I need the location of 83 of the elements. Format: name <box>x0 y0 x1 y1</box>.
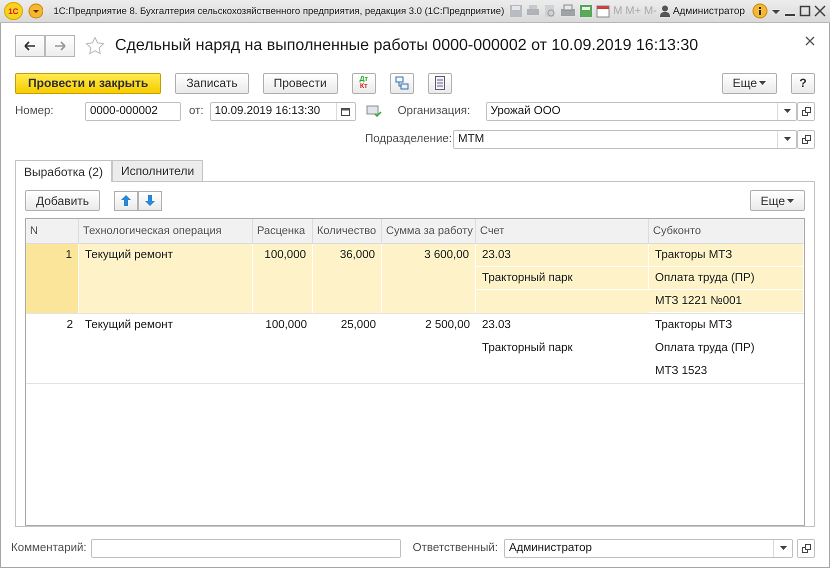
toolbar-button[interactable]: Провести <box>262 72 338 94</box>
posted-document-icon <box>366 104 382 118</box>
open-button[interactable] <box>797 102 815 120</box>
table-cell: 36,000 <box>313 244 382 313</box>
table-cell: 23.03 <box>476 244 649 267</box>
dropdown-icon <box>784 137 790 141</box>
close-icon[interactable] <box>805 36 815 46</box>
add-button[interactable]: Добавить <box>25 190 100 212</box>
more-button[interactable]: Еще <box>750 190 805 212</box>
tab[interactable]: Выработка (2) <box>15 160 112 182</box>
comment-field[interactable] <box>90 538 401 558</box>
table-cell: Оплата труда (ПР) <box>649 266 804 290</box>
open-button[interactable] <box>797 538 815 558</box>
table-cell-text: МТЗ 1523 <box>654 364 708 379</box>
toolbar-button[interactable]: Записать <box>175 72 249 94</box>
up-arrow-icon <box>121 195 132 206</box>
division-field[interactable]: МТМ <box>453 130 797 148</box>
table-cell: Тракторный парк <box>476 266 649 290</box>
user-icon <box>660 5 670 17</box>
dropdown-icon <box>784 109 790 113</box>
field-label: Организация: <box>398 105 472 117</box>
field-label: Ответственный: <box>412 542 498 554</box>
open-icon <box>802 106 810 116</box>
document-icon <box>434 76 445 90</box>
dropdown-menu-icon[interactable] <box>28 3 42 19</box>
star-icon[interactable] <box>85 36 105 56</box>
table-cell-text: 100,000 <box>264 318 308 333</box>
number-field[interactable]: 0000-000002 <box>85 102 181 120</box>
table-cell-text: Оплата труда (ПР) <box>654 340 756 356</box>
structure-button[interactable] <box>390 72 414 94</box>
table-cell-text: 2 500,00 <box>424 318 471 333</box>
tab[interactable]: Исполнители <box>112 160 204 181</box>
column-header[interactable]: Счет <box>476 218 649 243</box>
down-arrow-icon <box>145 195 156 206</box>
field-label: Номер: <box>15 105 55 117</box>
help-button[interactable]: ? <box>791 72 815 94</box>
column-header[interactable]: Субконто <box>649 218 804 243</box>
date-field[interactable]: 10.09.2019 16:13:30 <box>210 102 356 120</box>
open-icon <box>802 544 810 552</box>
open-icon <box>802 134 810 144</box>
table-cell-text: 2 <box>66 318 74 333</box>
table-cell: 100,000 <box>253 244 313 313</box>
table-cell-text: Тракторы МТЗ <box>654 318 734 333</box>
app-title: 1С:Предприятие 8. Бухгалтерия сельскохозяйственного предприятия, редакция 3.0 (1С:Предприятие) <box>54 6 504 16</box>
move-up-button[interactable] <box>114 190 138 211</box>
column-header[interactable]: Количество <box>313 218 382 243</box>
table-cell: МТЗ 1221 №001 <box>649 290 804 313</box>
back-button[interactable] <box>15 35 45 57</box>
table-cell-text: Текущий ремонт <box>84 318 174 333</box>
move-down-button[interactable] <box>138 190 162 211</box>
post-and-close-button[interactable]: Провести и закрыть <box>15 72 162 94</box>
more-button[interactable]: Еще <box>722 72 777 94</box>
calendar-icon[interactable] <box>596 4 610 18</box>
dropdown-icon <box>780 546 786 550</box>
scanner-icon[interactable] <box>560 4 576 18</box>
table-cell-text: 25,000 <box>340 318 377 333</box>
organization-field[interactable]: Урожай ООО <box>486 102 797 120</box>
hierarchy-icon <box>394 76 409 90</box>
document-title: Сдельный наряд на выполненные работы 0000-000002 от 10.09.2019 16:13:30 <box>115 37 698 55</box>
column-header[interactable]: Расценка <box>253 218 313 243</box>
field-label: от: <box>189 105 204 117</box>
calendar-icon <box>341 106 350 116</box>
caret-icon <box>759 81 766 85</box>
list-button[interactable] <box>428 72 452 94</box>
column-header[interactable]: Сумма за работу <box>382 218 476 243</box>
table-cell-text: Тракторный парк <box>481 340 574 356</box>
column-header[interactable]: Технологическая операция <box>79 218 253 243</box>
field-label: Комментарий: <box>11 542 87 554</box>
info-icon[interactable] <box>752 3 768 19</box>
caret-icon <box>787 198 794 203</box>
column-header[interactable]: N <box>26 218 79 243</box>
table-cell: Тракторы МТЗ <box>649 244 804 267</box>
table-cell: Текущий ремонт <box>79 244 253 313</box>
table-cell: 3 600,00 <box>382 244 476 313</box>
table-cell-text: 23.03 <box>481 318 512 333</box>
table-cell: 1 <box>26 244 79 313</box>
user-name[interactable]: Администратор <box>672 6 745 16</box>
open-button[interactable] <box>797 130 815 148</box>
left-arrow-icon <box>24 41 36 51</box>
close-icon[interactable] <box>814 5 826 17</box>
responsible-field[interactable]: Администратор <box>504 538 793 558</box>
right-arrow-icon <box>54 41 66 51</box>
maximize-icon[interactable] <box>799 5 811 17</box>
